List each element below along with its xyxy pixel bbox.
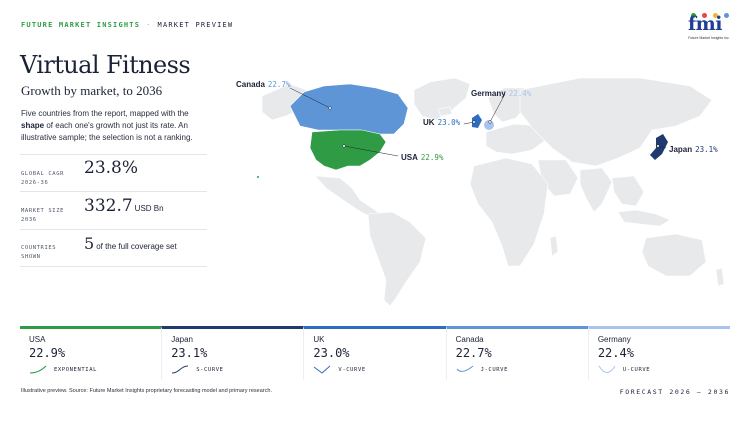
map-label-value: 22.7% [267, 80, 291, 89]
stat-label-market-size: MARKET SIZE 2036 [21, 208, 65, 223]
logo-dot [724, 13, 729, 18]
brand-header: FUTURE MARKET INSIGHTS · MARKET PREVIEW [21, 21, 233, 29]
brand-separator: · [146, 21, 152, 29]
card-shape: EXPONENTIAL [54, 367, 98, 373]
description-text: of each one's growth not just its rate. … [21, 121, 193, 142]
stat-label-cagr: GLOBAL CAGR 2026-36 [21, 171, 65, 186]
description: Five countries from the report, mapped w… [21, 108, 211, 144]
map-label-country: USA [401, 153, 418, 162]
map-label-value: 22.9% [420, 153, 444, 162]
country-card-japan: Japan 23.1% S-CURVE [161, 326, 304, 380]
country-card-usa: USA 22.9% EXPONENTIAL [20, 326, 162, 380]
page-subtitle: Growth by market, to 2036 [21, 83, 163, 98]
j-curve-icon [456, 365, 473, 372]
card-country: Japan [171, 335, 193, 344]
card-value: 23.0% [313, 346, 350, 360]
usa-shape [309, 129, 387, 171]
card-country: Germany [597, 335, 631, 344]
map-label-value: 23.1% [695, 145, 718, 154]
s-curve-icon [172, 365, 189, 374]
indonesia [617, 209, 671, 227]
mexico-central-america [314, 175, 381, 219]
card-shape: U-CURVE [622, 367, 651, 373]
hawaii-dot [257, 176, 259, 178]
map-label-canada: Canada 22.7% [236, 80, 290, 89]
card-country: Canada [455, 335, 484, 344]
map-label-japan: Japan 23.1% [669, 145, 718, 154]
u-curve-icon [598, 365, 616, 373]
country-card-uk: UK 23.0% V-CURVE [303, 326, 446, 380]
stat-label-countries: COUNTRIES SHOWN [21, 245, 57, 260]
card-value: 22.4% [597, 346, 634, 360]
divider [20, 191, 207, 192]
logo-subtitle: Future Market Insights Inc. [688, 36, 730, 40]
australia [641, 233, 707, 277]
map-label-germany: Germany 22.4% [471, 89, 531, 98]
stat-value-market-size: 332.7 USD Bn [84, 196, 164, 216]
description-text: Five countries from the report, mapped w… [21, 109, 189, 118]
card-shape: J-CURVE [480, 367, 508, 373]
description-emphasis: shape [21, 121, 45, 130]
country-card-canada: Canada 22.7% J-CURVE [445, 326, 588, 380]
stat-unit: USD Bn [134, 204, 164, 213]
india [579, 167, 613, 213]
exponential-curve-icon [29, 365, 47, 374]
map-label-country: UK [423, 118, 435, 127]
canada-shape [289, 83, 409, 135]
source-note: Illustrative preview. Source: Future Mar… [21, 388, 272, 394]
map-label-uk: UK 23.0% [423, 118, 460, 127]
divider [20, 266, 207, 267]
card-value: 22.7% [455, 346, 492, 360]
new-zealand [715, 267, 725, 287]
africa [469, 157, 549, 267]
divider [20, 229, 207, 230]
card-value: 23.1% [171, 346, 208, 360]
country-cards: USA 22.9% EXPONENTIAL Japan 23.1% S-CURV… [20, 326, 731, 380]
map-label-country: Japan [669, 145, 693, 154]
divider [20, 154, 207, 155]
card-value: 22.9% [29, 346, 66, 360]
madagascar [549, 235, 559, 257]
stat-value-countries: 5 of the full coverage set [84, 234, 177, 253]
iceland [437, 106, 453, 117]
section-name: MARKET PREVIEW [157, 21, 234, 29]
logo-wordmark: fmi [688, 13, 723, 35]
card-shape: S-CURVE [196, 367, 224, 373]
map-label-value: 23.0% [437, 118, 461, 127]
forecast-range: FORECAST 2026 – 2036 [619, 388, 730, 396]
card-country: USA [29, 335, 46, 344]
stat-unit: of the full coverage set [96, 242, 177, 251]
map-label-usa: USA 22.9% [401, 153, 443, 162]
page-title: Virtual Fitness [20, 51, 191, 79]
south-america [367, 211, 427, 307]
brand-name: FUTURE MARKET INSIGHTS [21, 21, 141, 29]
map-label-country: Germany [471, 89, 506, 98]
stat-value-cagr: 23.8% [84, 158, 139, 178]
v-curve-icon [314, 365, 331, 374]
card-country: UK [313, 335, 325, 344]
map-label-country: Canada [236, 80, 265, 89]
southeast-asia [611, 175, 645, 207]
country-card-germany: Germany 22.4% U-CURVE [587, 326, 731, 380]
map-label-value: 22.4% [508, 89, 532, 98]
card-shape: V-CURVE [338, 367, 366, 373]
fmi-logo: fmi Future Market Insights Inc. [686, 12, 732, 42]
